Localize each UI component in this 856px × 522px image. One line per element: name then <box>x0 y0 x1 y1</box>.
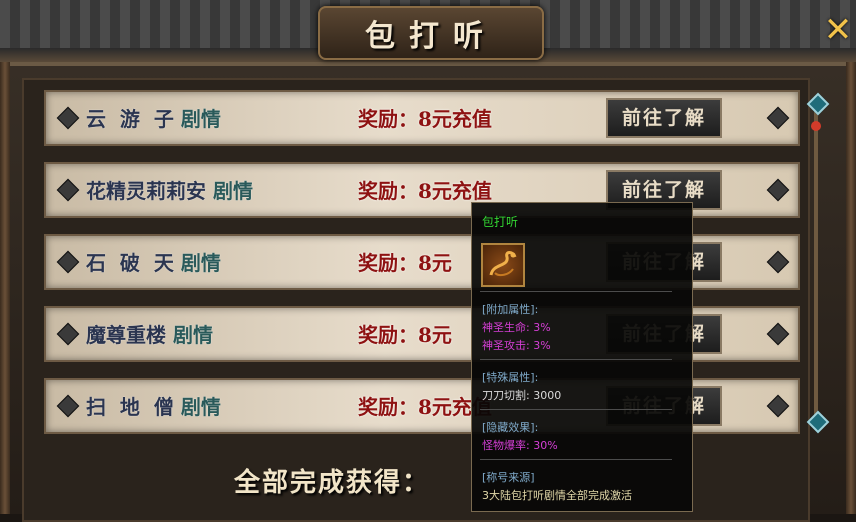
go-learn-button[interactable]: 前往了解 <box>606 98 722 138</box>
quest-name-text: 花精灵莉莉安 <box>86 179 206 203</box>
hidden-attr-1: 怪物爆率: 30% <box>482 439 558 452</box>
source-text: 3大陆包打听剧情全部完成激活 <box>482 489 632 502</box>
quest-name-text: 魔尊重楼 <box>86 323 166 347</box>
quest-reward: 奖励：8元充值 <box>358 107 492 131</box>
attach-header: [附加属性]: <box>482 303 539 316</box>
attach-attr-2: 神圣攻击: 3% <box>482 339 551 352</box>
title-plaque: 包打听 <box>318 6 544 60</box>
quest-story-label: 剧情 <box>180 107 221 131</box>
quest-name-text: 扫 地 僧 <box>86 395 174 419</box>
tooltip-title: 包打听 <box>482 215 519 229</box>
scrollbar-track[interactable] <box>814 96 818 426</box>
row-stud-icon <box>766 178 790 202</box>
special-attr-1: 刀刀切割: 3000 <box>482 389 562 402</box>
quest-name: 石 破 天 剧情 <box>86 247 326 276</box>
quest-name: 魔尊重楼 剧情 <box>86 319 326 348</box>
row-stud-icon <box>56 394 80 418</box>
tooltip-divider <box>480 359 672 360</box>
left-pillar <box>0 62 10 514</box>
source-header: [称号来源] <box>482 471 535 484</box>
row-stud-icon <box>766 394 790 418</box>
quest-row: 云 游 子 剧情 奖励：8元充值 前往了解 <box>44 90 800 146</box>
quest-story-label: 剧情 <box>180 395 221 419</box>
quest-name-text: 石 破 天 <box>86 251 174 275</box>
quest-story-label: 剧情 <box>212 179 253 203</box>
quest-story-label: 剧情 <box>180 251 221 275</box>
tooltip-divider <box>480 291 672 292</box>
complete-reward-label: 全部完成获得： <box>234 468 431 498</box>
quest-reward: 奖励：8元 <box>358 323 452 347</box>
row-stud-icon <box>56 106 80 130</box>
window-title: 包打听 <box>365 19 497 54</box>
right-pillar <box>846 62 856 514</box>
row-stud-icon <box>766 106 790 130</box>
close-icon[interactable]: ✕ <box>822 13 854 47</box>
item-tooltip: 包打听 [附加属性]: 神圣生命: 3% 神圣攻击: 3% [特殊属性]: 刀刀… <box>471 202 693 512</box>
tooltip-divider <box>480 409 672 410</box>
quest-reward: 奖励：8元充值 <box>358 179 492 203</box>
quest-name: 花精灵莉莉安 剧情 <box>86 175 326 204</box>
row-stud-icon <box>56 178 80 202</box>
quest-name: 扫 地 僧 剧情 <box>86 391 326 420</box>
attach-attr-1: 神圣生命: 3% <box>482 321 551 334</box>
quest-name-text: 云 游 子 <box>86 107 174 131</box>
quest-story-label: 剧情 <box>172 323 213 347</box>
row-stud-icon <box>766 322 790 346</box>
quest-name: 云 游 子 剧情 <box>86 103 326 132</box>
tooltip-divider <box>480 459 672 460</box>
quest-reward: 奖励：8元 <box>358 251 452 275</box>
dragon-emblem-icon <box>481 243 525 287</box>
hidden-header: [隐藏效果]: <box>482 421 539 434</box>
row-stud-icon <box>56 322 80 346</box>
row-stud-icon <box>766 250 790 274</box>
special-header: [特殊属性]: <box>482 371 539 384</box>
scrollbar-thumb[interactable] <box>811 121 821 131</box>
row-stud-icon <box>56 250 80 274</box>
